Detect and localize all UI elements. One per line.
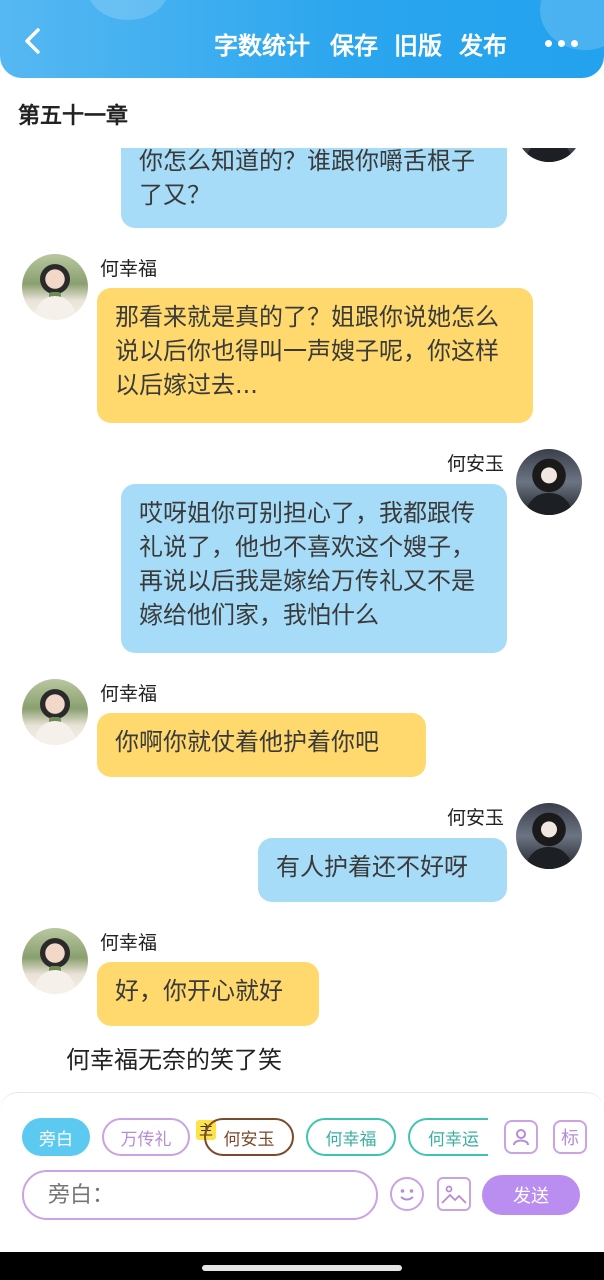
home-indicator[interactable] [202, 1265, 402, 1271]
role-chip-he-anyu[interactable]: 何安玉 [204, 1118, 294, 1156]
avatar [516, 803, 582, 869]
role-chip-he-xingfu[interactable]: 何幸福 [306, 1118, 396, 1156]
smiley-icon[interactable] [390, 1177, 424, 1211]
speaker-name: 何幸福 [100, 258, 158, 280]
role-chip-he-xingyun[interactable]: 何幸运 [408, 1118, 488, 1156]
old-version-button[interactable]: 旧版 [394, 26, 442, 61]
speaker-name: 何安玉 [446, 807, 504, 829]
person-icon[interactable] [504, 1120, 538, 1154]
message-input[interactable] [22, 1170, 378, 1220]
chevron-left-icon[interactable] [18, 26, 48, 56]
avatar [22, 928, 88, 994]
send-button[interactable]: 发送 [482, 1175, 580, 1215]
message-bubble[interactable]: 哎呀姐你可别担心了，我都跟传礼说了，他也不喜欢这个嫂子，再说以后我是嫁给万传礼又… [121, 484, 507, 653]
message-bubble[interactable]: 有人护着还不好呀 [258, 838, 507, 902]
speaker-name: 何幸福 [100, 683, 158, 705]
more-dots-icon[interactable] [545, 40, 578, 47]
speaker-name: 何幸福 [100, 932, 158, 954]
avatar [22, 679, 88, 745]
role-chip-narrator[interactable]: 旁白 [22, 1118, 90, 1156]
save-button[interactable]: 保存 [330, 26, 378, 61]
top-bar: 字数统计 保存 旧版 发布 [0, 0, 604, 78]
role-chip-wan-chuanli[interactable]: 万传礼 [102, 1118, 190, 1156]
avatar [22, 254, 88, 320]
image-icon[interactable] [437, 1177, 471, 1211]
tag-button[interactable]: 标 [553, 1120, 587, 1154]
message-bubble[interactable]: 你啊你就仗着他护着你吧 [97, 713, 426, 777]
chapter-title[interactable]: 第五十一章 [18, 98, 128, 130]
publish-button[interactable]: 发布 [459, 26, 507, 61]
avatar [516, 449, 582, 515]
message-bubble[interactable]: 那看来就是真的了？姐跟你说她怎么说以后你也得叫一声嫂子呢，你这样以后嫁过去... [97, 288, 533, 423]
header-decoration [88, 0, 168, 20]
message-bubble[interactable]: 好，你开心就好 [97, 962, 319, 1026]
speaker-name: 何安玉 [446, 453, 504, 475]
word-count-button[interactable]: 字数统计 [214, 26, 310, 61]
narration-text[interactable]: 何幸福无奈的笑了笑 [66, 1040, 282, 1075]
